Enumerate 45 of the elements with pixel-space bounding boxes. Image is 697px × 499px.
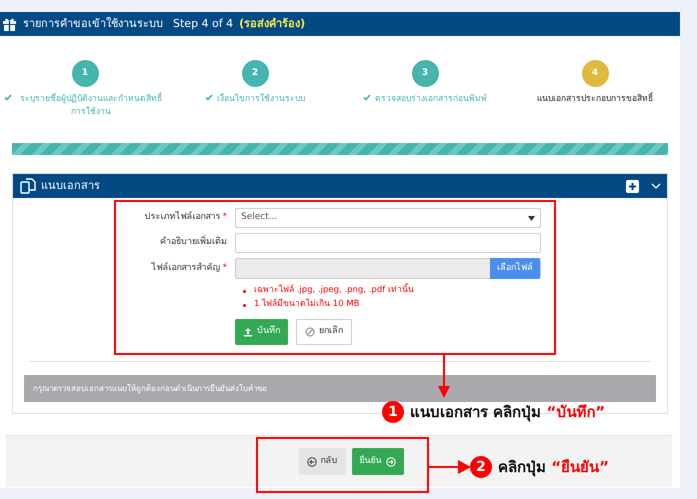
back-arrow-icon bbox=[306, 456, 316, 466]
panel-title: แนบเอกสาร bbox=[41, 178, 100, 194]
callout-text: แนบเอกสาร คลิกปุ่ม “บันทึก” bbox=[410, 402, 606, 424]
add-icon[interactable] bbox=[626, 180, 639, 192]
upload-icon bbox=[243, 327, 253, 338]
callout-text: คลิกปุ่ม “ยืนยัน” bbox=[498, 457, 609, 478]
note-text: เฉพาะไฟล์ .jpg, .jpeg, .png, .pdf เท่านั้น bbox=[254, 284, 414, 297]
confirm-button[interactable]: ยืนยัน bbox=[352, 448, 404, 475]
required-mark: * bbox=[222, 262, 227, 273]
check-icon bbox=[4, 94, 12, 101]
field-label: ประเภทไฟล์เอกสาร bbox=[144, 212, 220, 222]
dropdown-icon bbox=[528, 216, 535, 220]
note-text: 1 ไฟล์มีขนาดไม่เกิน 10 MB bbox=[254, 298, 360, 311]
cancel-icon bbox=[305, 327, 315, 338]
arrow bbox=[429, 460, 471, 474]
choose-file-button[interactable]: เลือกไฟล์ bbox=[490, 258, 540, 279]
save-button[interactable]: บันทึก bbox=[235, 319, 288, 346]
forward-arrow-icon bbox=[386, 456, 396, 466]
step-number: 2 bbox=[242, 60, 268, 87]
bullet-icon bbox=[243, 290, 246, 293]
step-number: 1 bbox=[72, 60, 98, 87]
page-title: รายการคำขอเข้าใช้งานระบบ bbox=[23, 16, 163, 32]
field-label: ไฟล์เอกสารสำคัญ bbox=[152, 262, 220, 273]
step-label: ระบุรายชื่อผู้ปฏิบัติงานและกำหนดสิทธิ์การใช้งาน bbox=[19, 93, 163, 118]
step-label: แนบเอกสารประกอบการขอสิทธิ์ bbox=[537, 93, 653, 106]
required-mark: * bbox=[222, 212, 227, 222]
input-field[interactable] bbox=[235, 233, 541, 253]
back-button[interactable]: กลับ bbox=[298, 448, 346, 475]
check-icon bbox=[205, 94, 213, 101]
notice-bar: กรุณาตรวจสอบเอกสารแนบให้ถูกต้องก่อนดำเนินการยืนยันส่งใบคำขอ bbox=[24, 375, 656, 402]
step-number: 4 bbox=[582, 60, 608, 87]
arrow bbox=[438, 355, 450, 398]
select-field[interactable]: Select... bbox=[235, 208, 541, 228]
step-indicator: Step 4 of 4 bbox=[173, 16, 234, 32]
bullet-icon bbox=[243, 304, 246, 307]
cancel-button[interactable]: ยกเลิก bbox=[296, 319, 352, 346]
file-field[interactable]: เลือกไฟล์ bbox=[235, 258, 541, 279]
step-label: ตรวจสอบร่างเอกสารก่อนพิมพ์ bbox=[375, 93, 487, 106]
field-label: คำอธิบายเพิ่มเติม bbox=[160, 237, 227, 248]
request-status: (รอส่งคำร้อง) bbox=[239, 16, 306, 32]
chevron-down-icon[interactable] bbox=[651, 182, 661, 190]
step-label: เงื่อนไขการใช้งานระบบ bbox=[217, 93, 305, 106]
step-number: 3 bbox=[412, 60, 438, 87]
documents-icon bbox=[19, 178, 37, 194]
check-icon bbox=[363, 94, 371, 101]
